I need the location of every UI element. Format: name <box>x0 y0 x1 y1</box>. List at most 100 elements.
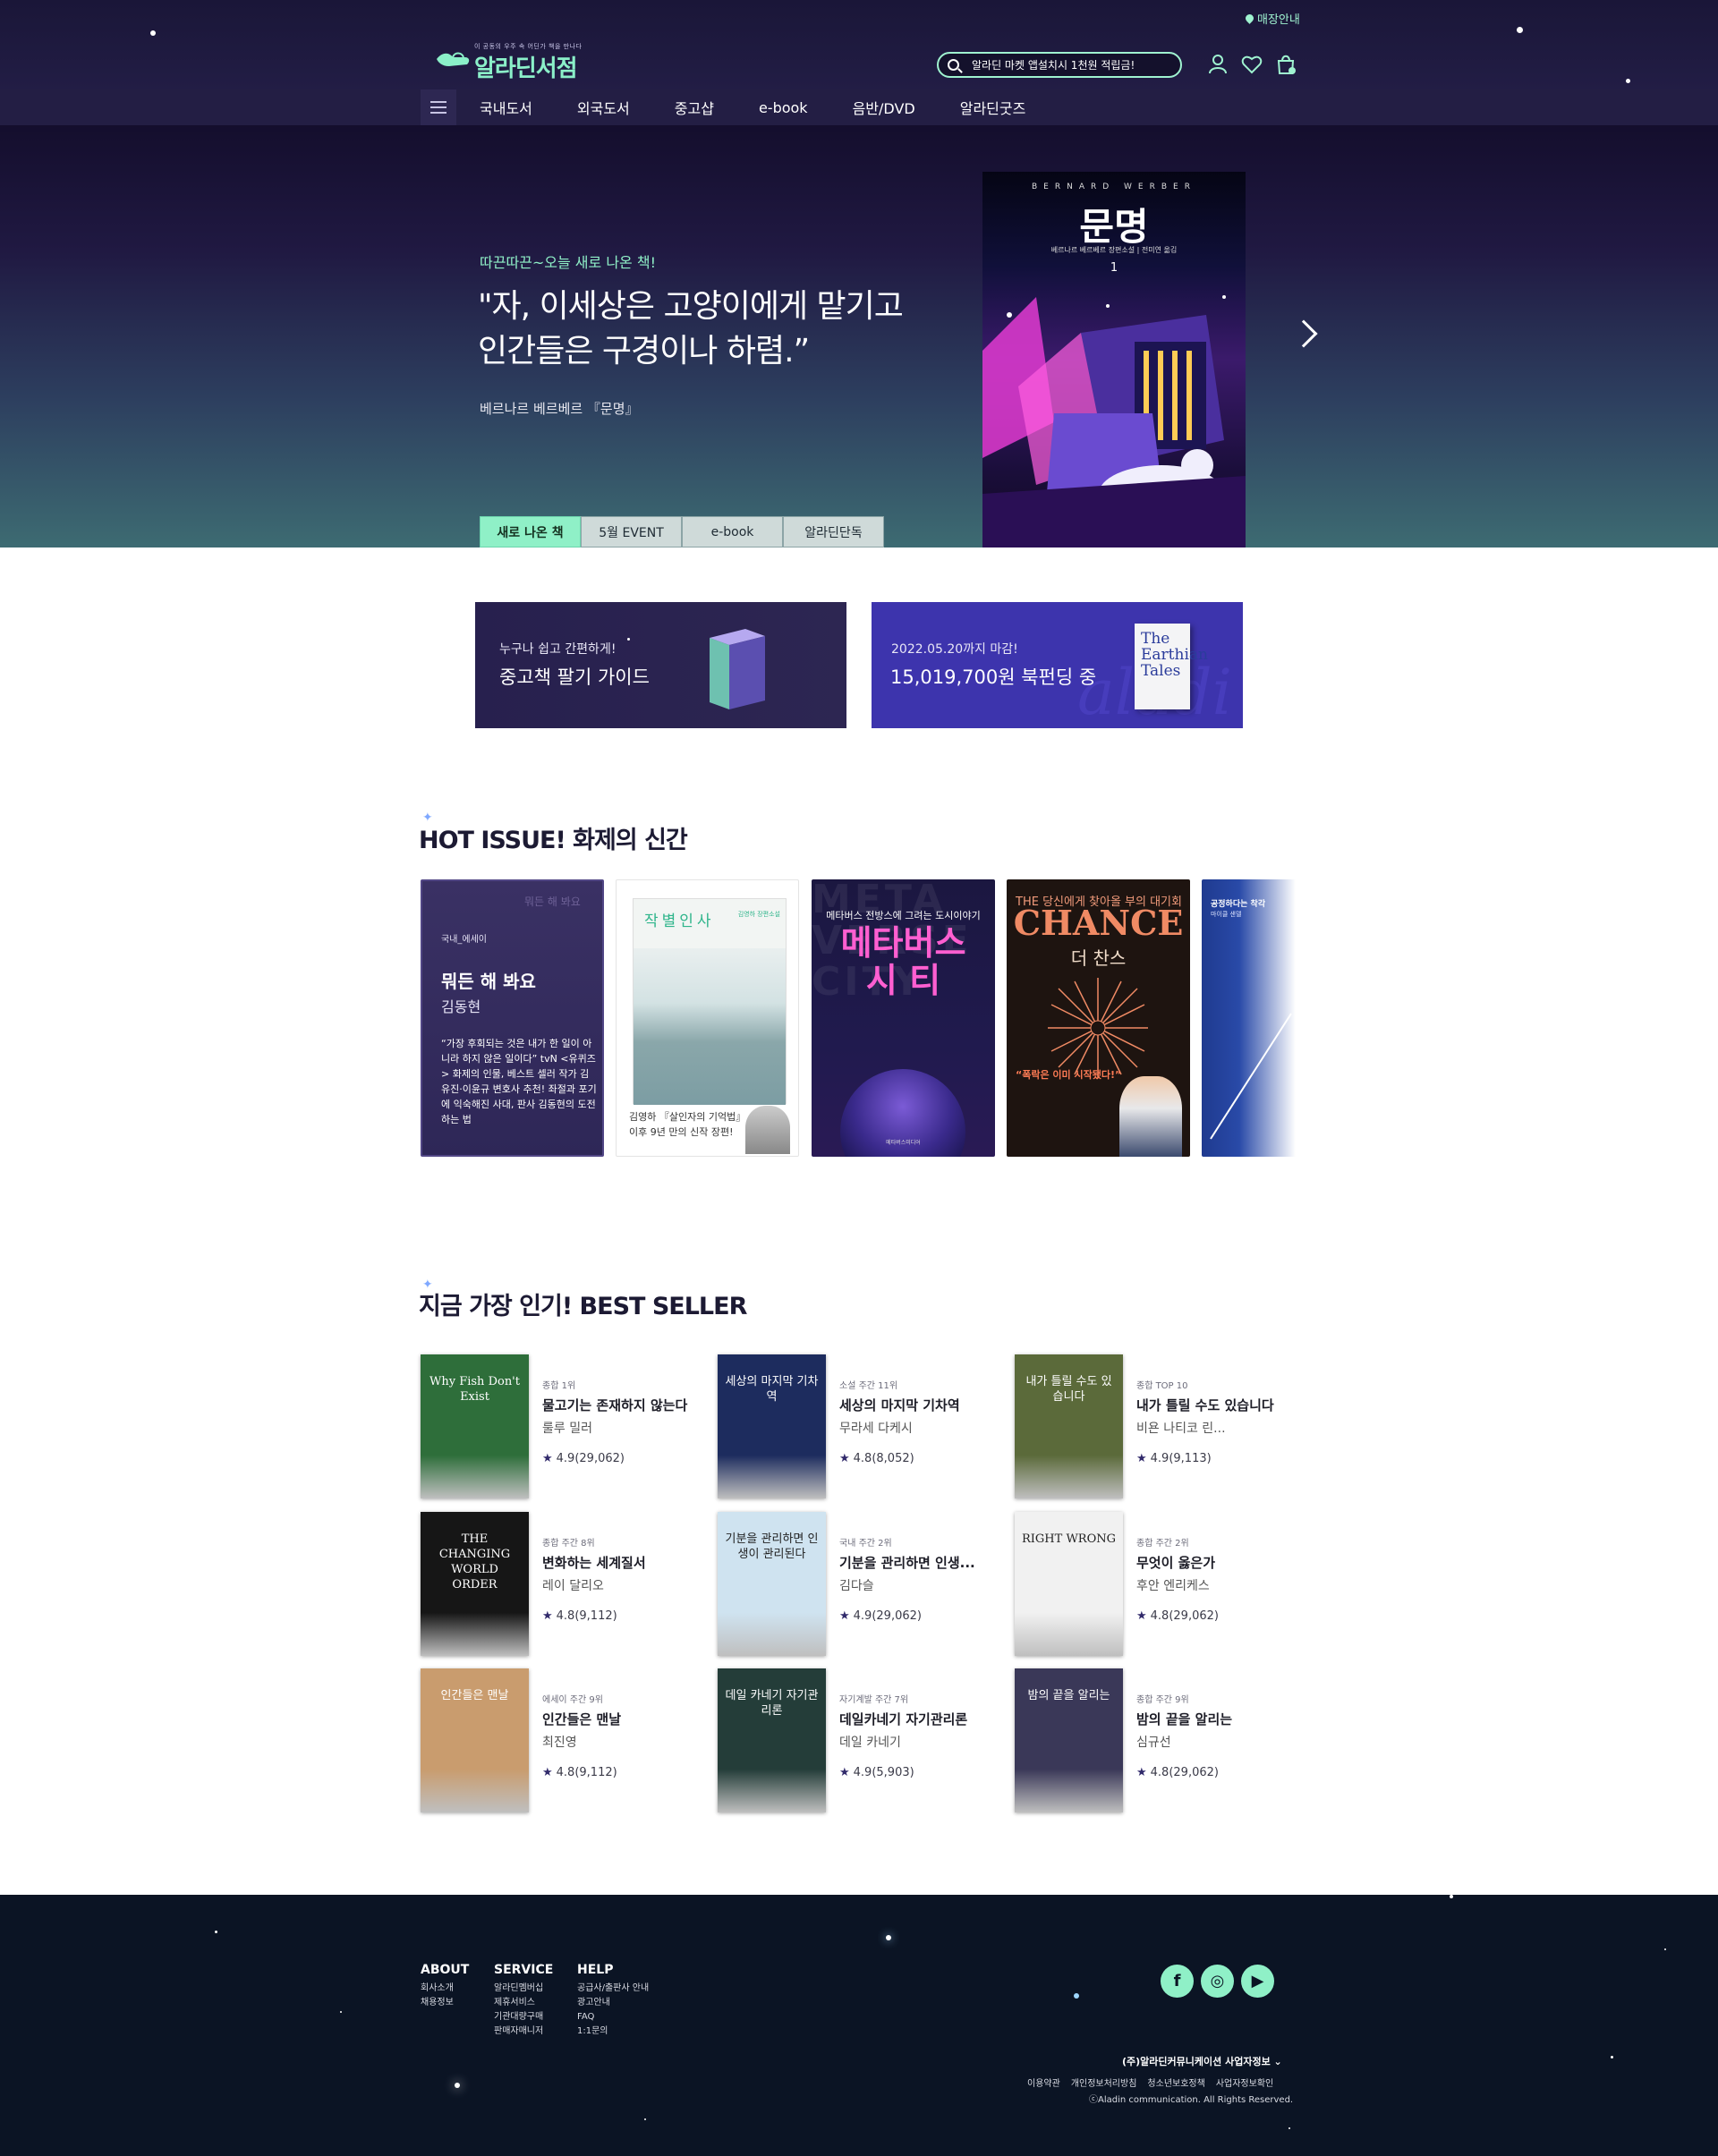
cart-icon[interactable] <box>1274 52 1297 75</box>
facebook-icon[interactable]: f <box>1161 1965 1194 1998</box>
star-decoration <box>1074 1993 1079 1999</box>
hot-issue-card[interactable]: META VERSE CITY 메타버스 전방스에 그려는 도시이야기 메타버스… <box>812 879 995 1157</box>
star-decoration <box>150 30 156 36</box>
hero-next-arrow-icon[interactable] <box>1289 319 1318 348</box>
logo[interactable]: 알라딘서점 <box>474 50 578 83</box>
footer-link[interactable]: 채용정보 <box>421 1996 469 2010</box>
nav-item-music-dvd[interactable]: 음반/DVD <box>853 97 915 118</box>
footer-link[interactable]: 광고안내 <box>577 1996 649 2010</box>
hamburger-menu-icon[interactable] <box>421 89 456 125</box>
store-info-link[interactable]: 매장안내 <box>1244 10 1300 27</box>
nav-item-domestic-books[interactable]: 국내도서 <box>480 97 532 118</box>
book-cover-title: 작별인사 <box>644 912 715 930</box>
rating-star-icon: ★ <box>839 1766 850 1779</box>
hot-issue-card[interactable]: THE 당신에게 찾아올 부의 대기회 CHANCE 더 찬스 “폭락은 이미 … <box>1007 879 1190 1157</box>
book-title[interactable]: 인간들은 맨날 <box>542 1710 703 1728</box>
search-icon[interactable] <box>948 59 959 71</box>
footer-link[interactable]: 기관대량구매 <box>494 2010 553 2024</box>
hero-tab-new-books[interactable]: 새로 나온 책 <box>480 516 581 547</box>
book-title[interactable]: 세상의 마지막 기차역 <box>839 1396 1000 1414</box>
book-cover[interactable]: 내가 틀릴 수도 있습니다 <box>1015 1354 1123 1498</box>
hero-book-cover[interactable]: BERNARD WERBER 문명 베르나르 베르베르 장편소설 | 전미연 옮… <box>982 172 1246 547</box>
corp-info-toggle[interactable]: (주)알라딘커뮤니케이션 사업자정보 ⌄ <box>1122 2054 1282 2068</box>
book-rating: ★ 4.9(29,062) <box>542 1452 703 1465</box>
book-cover[interactable]: 데일 카네기 자기관리론 <box>718 1668 826 1812</box>
star-decoration <box>627 638 630 641</box>
book-cover[interactable]: 세상의 마지막 기차역 <box>718 1354 826 1498</box>
book-cover[interactable]: Why Fish Don't Exist <box>421 1354 529 1498</box>
book-title[interactable]: 밤의 끝을 알리는 <box>1136 1710 1297 1728</box>
book-cover-title: 문명 <box>1079 205 1149 249</box>
best-seller-item[interactable]: 밤의 끝을 알리는 종합 주간 9위 밤의 끝을 알리는 심규선 ★ 4.8(29,062… <box>1015 1668 1301 1813</box>
banner-title: 중고책 팔기 가이드 <box>499 666 650 688</box>
star-decoration <box>455 2083 460 2088</box>
nav-item-foreign-books[interactable]: 외국도서 <box>577 97 630 118</box>
rating-star-icon: ★ <box>542 1609 553 1623</box>
hero-tab-may-event[interactable]: 5월 EVENT <box>581 516 682 547</box>
book-cover-text: RIGHT WRONG <box>1022 1532 1117 1546</box>
footer-link-business[interactable]: 사업자정보확인 <box>1216 2075 1273 2089</box>
star-decoration <box>1626 79 1630 83</box>
footer-link[interactable]: 판매자매니저 <box>494 2024 553 2039</box>
best-seller-item[interactable]: RIGHT WRONG 종합 주간 2위 무엇이 옳은가 후안 엔리케스 ★ 4.8(29… <box>1015 1512 1301 1657</box>
book-meta: 종합 주간 2위 무엇이 옳은가 후안 엔리케스 ★ 4.8(29,062) <box>1136 1535 1297 1623</box>
hot-issue-card[interactable]: 공정하다는 착각 마이클 샌델 <box>1202 879 1296 1157</box>
book-cover[interactable]: 밤의 끝을 알리는 <box>1015 1668 1123 1812</box>
hero-tab-exclusive[interactable]: 알라딘단독 <box>783 516 884 547</box>
copyright: ⓒAladin communication. All Rights Reserv… <box>1089 2095 1294 2105</box>
footer-link-terms[interactable]: 이용약관 <box>1027 2075 1060 2089</box>
youtube-icon[interactable]: ▶ <box>1241 1965 1274 1998</box>
best-seller-item[interactable]: THE CHANGING WORLD ORDER 종합 주간 8위 변화하는 세계질… <box>421 1512 707 1657</box>
footer-section-title: HELP <box>577 1963 614 1977</box>
book-cover[interactable]: 인간들은 맨날 <box>421 1668 529 1812</box>
book-rating: ★ 4.8(29,062) <box>1136 1609 1297 1623</box>
book-cover[interactable]: THE CHANGING WORLD ORDER <box>421 1512 529 1656</box>
footer-link[interactable]: 1:1문의 <box>577 2024 649 2039</box>
footer-link-privacy[interactable]: 개인정보처리방침 <box>1071 2075 1137 2089</box>
hot-issue-card[interactable]: 뭐든 해 봐요 국내_에세이 뭐든 해 봐요 김동현 “가장 후회되는 것은 내… <box>421 879 604 1157</box>
hero-tab-ebook[interactable]: e-book <box>682 516 783 547</box>
best-seller-item[interactable]: 데일 카네기 자기관리론 자기계발 주간 7위 데일카네기 자기관리론 데일 카네기 ★… <box>718 1668 1004 1813</box>
book-author: 비욘 나티코 린... <box>1136 1422 1226 1436</box>
footer-link[interactable]: 공급사/출판사 안내 <box>577 1982 649 1996</box>
star-decoration <box>1611 2056 1613 2058</box>
search-input[interactable] <box>972 58 1169 72</box>
book-title[interactable]: 데일카네기 자기관리론 <box>839 1710 1000 1728</box>
book-title[interactable]: 기분을 관리하면 인생... <box>839 1553 1000 1572</box>
nav-item-ebook[interactable]: e-book <box>759 99 808 116</box>
book-cover-illustration <box>982 295 1246 547</box>
best-seller-item[interactable]: 기분을 관리하면 인생이 관리된다 국내 주간 2위 기분을 관리하면 인생... 김… <box>718 1512 1004 1657</box>
star-decoration <box>1664 1948 1666 1950</box>
footer-link[interactable]: 제휴서비스 <box>494 1996 553 2010</box>
book-title[interactable]: 내가 틀릴 수도 있습니다 <box>1136 1396 1297 1414</box>
hot-issue-card[interactable]: 작별인사 김영하 장편소설 김영하 『살인자의 기억법』 이후 9년 만의 신작… <box>616 879 799 1157</box>
footer-link-youth[interactable]: 청소년보호정책 <box>1147 2075 1204 2089</box>
footer-link[interactable]: 회사소개 <box>421 1982 469 1996</box>
footer-link[interactable]: FAQ <box>577 2010 649 2024</box>
nav-item-used-shop[interactable]: 중고샵 <box>675 97 714 118</box>
card-description: “가장 후회되는 것은 내가 한 일이 아니라 하지 않은 일이다” tvN <… <box>441 1038 597 1125</box>
footer-link[interactable]: 알라딘멤버십 <box>494 1982 553 1996</box>
book-rank: 국내 주간 2위 <box>839 1539 892 1549</box>
nav-item-goods[interactable]: 알라딘굿즈 <box>960 97 1026 118</box>
book-title[interactable]: 변화하는 세계질서 <box>542 1553 703 1572</box>
search-bar[interactable] <box>937 52 1182 78</box>
book-cover[interactable]: 기분을 관리하면 인생이 관리된다 <box>718 1512 826 1656</box>
rating-value: 4.8(8,052) <box>853 1452 914 1465</box>
user-icon[interactable] <box>1206 52 1229 75</box>
book-rating: ★ 4.8(9,112) <box>542 1766 703 1779</box>
book-title[interactable]: 무엇이 옳은가 <box>1136 1553 1297 1572</box>
best-seller-item[interactable]: 인간들은 맨날 에세이 주간 9위 인간들은 맨날 최진영 ★ 4.8(9,112) <box>421 1668 707 1813</box>
book-rating: ★ 4.9(29,062) <box>839 1609 1000 1623</box>
best-seller-item[interactable]: 내가 틀릴 수도 있습니다 종합 TOP 10 내가 틀릴 수도 있습니다 비욘 나티… <box>1015 1354 1301 1499</box>
banner-used-book-guide[interactable]: 누구나 쉽고 간편하게! 중고책 팔기 가이드 <box>475 602 846 728</box>
book-cover[interactable]: RIGHT WRONG <box>1015 1512 1123 1656</box>
instagram-icon[interactable]: ◎ <box>1201 1965 1234 1998</box>
heart-icon[interactable] <box>1240 52 1263 75</box>
banner-book-funding[interactable]: aladi 2022.05.20까지 마감! 15,019,700원 북펀딩 중… <box>872 602 1243 728</box>
best-seller-item[interactable]: 세상의 마지막 기차역 소설 주간 11위 세상의 마지막 기차역 무라세 다케시 ★ 4… <box>718 1354 1004 1499</box>
book-author: 레이 달리오 <box>542 1579 604 1593</box>
best-seller-item[interactable]: Why Fish Don't Exist 종합 1위 물고기는 존재하지 않는다 룰루… <box>421 1354 707 1499</box>
book-meta: 종합 1위 물고기는 존재하지 않는다 룰루 밀러 ★ 4.9(29,062) <box>542 1378 703 1465</box>
book-title[interactable]: 물고기는 존재하지 않는다 <box>542 1396 703 1414</box>
